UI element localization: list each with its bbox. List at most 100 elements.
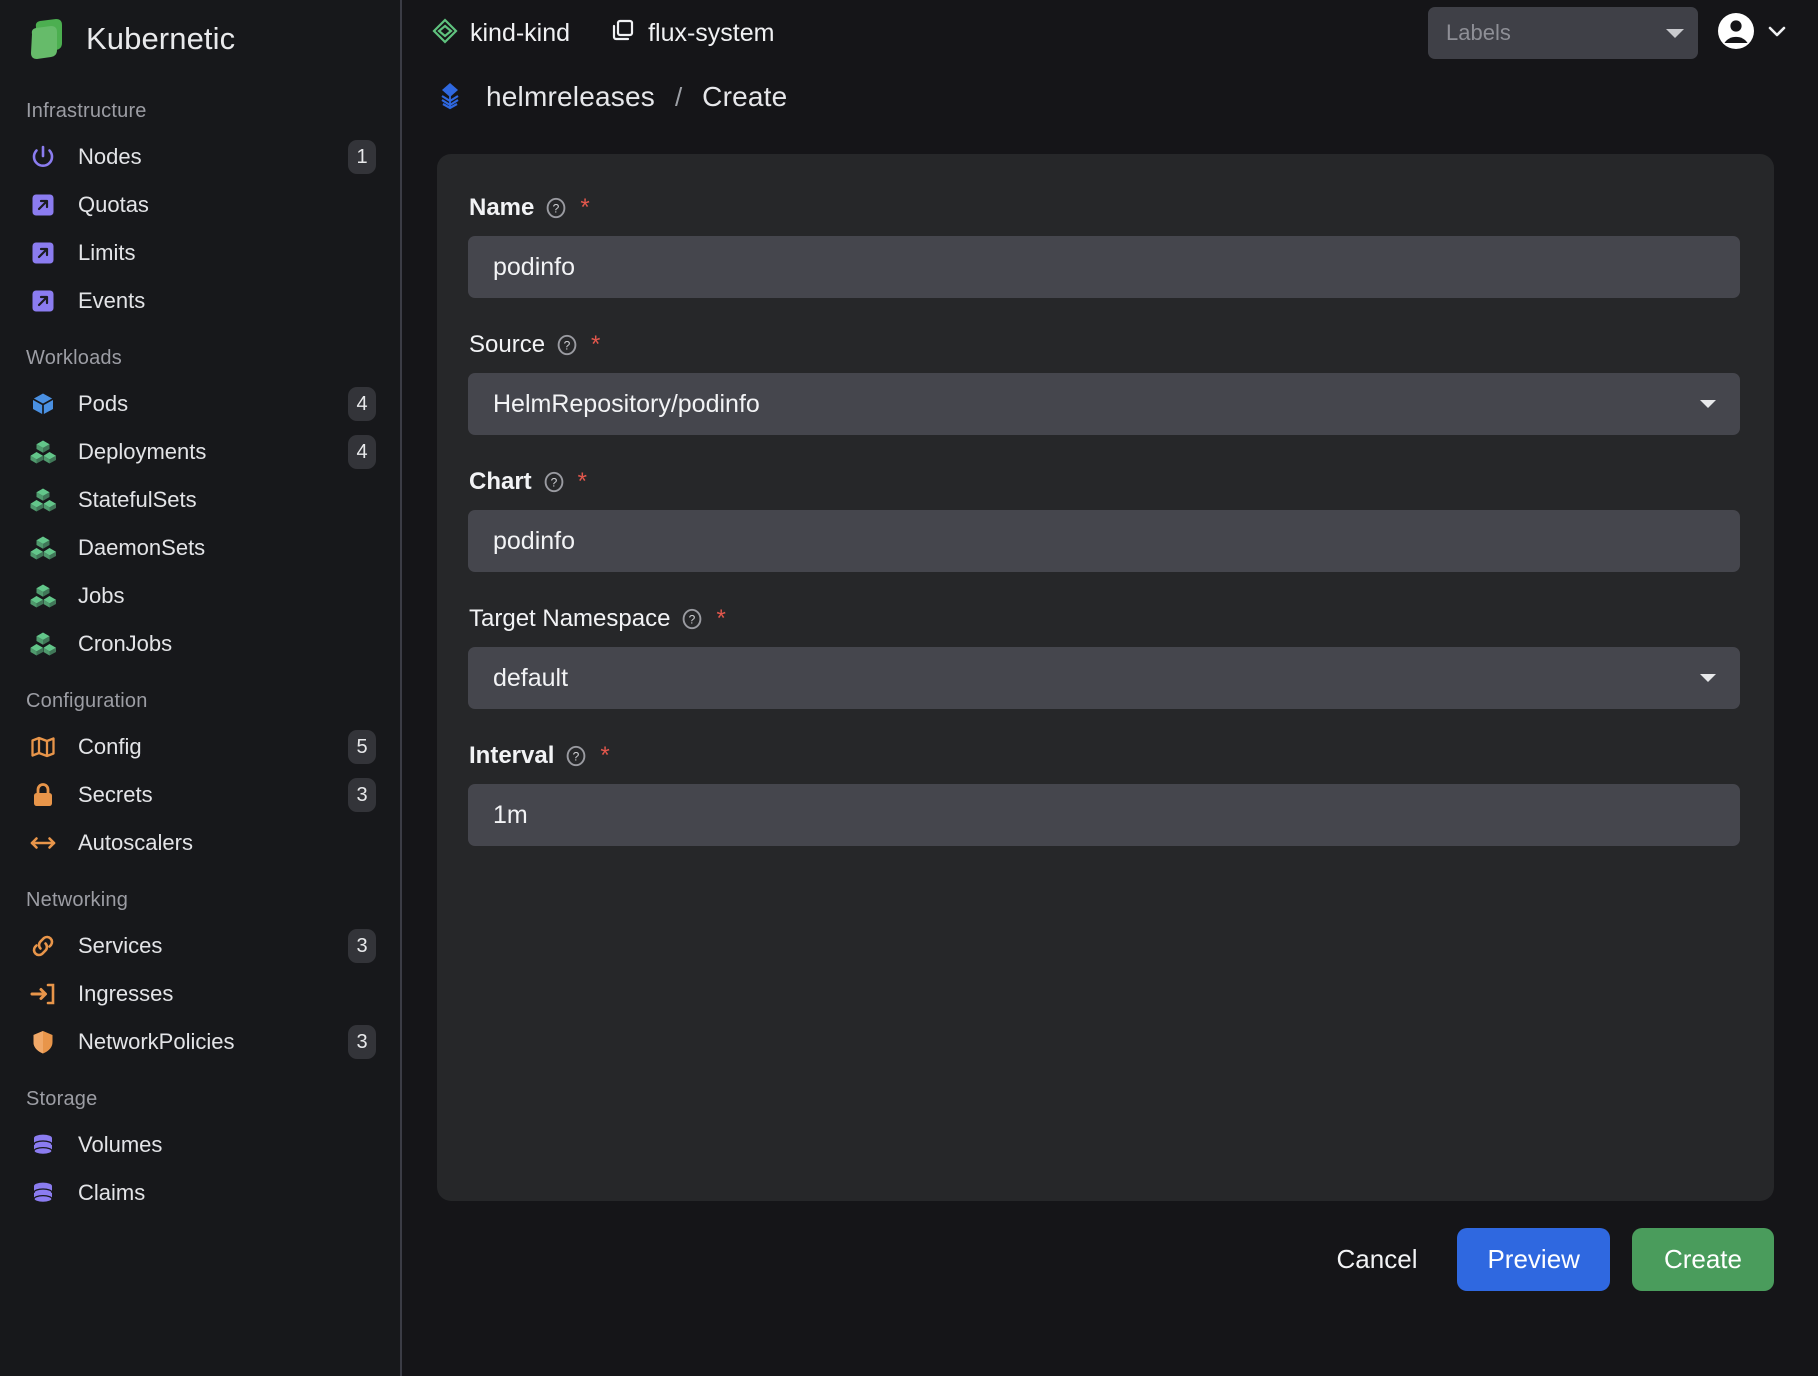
sidebar-item-daemonsets[interactable]: DaemonSets — [0, 524, 400, 572]
power-icon — [30, 144, 56, 170]
brand[interactable]: Kubernetic — [0, 0, 400, 78]
arrow-up-right-box-icon — [30, 288, 56, 314]
field-header: Chart? * — [468, 468, 1740, 496]
namespace-selector[interactable]: flux-system — [610, 18, 774, 49]
sidebar-item-label: Services — [78, 933, 163, 958]
field-header: Target Namespace? * — [468, 605, 1740, 633]
required-asterisk: * — [600, 742, 610, 769]
sidebar-item-label: Secrets — [78, 782, 153, 807]
input-name[interactable]: podinfo — [468, 236, 1740, 298]
cubes-icon — [30, 487, 56, 513]
sidebar-item-label: Ingresses — [78, 981, 174, 1006]
field-value-chart: podinfo — [493, 526, 576, 555]
sidebar-item-badge: 5 — [348, 730, 376, 764]
sidebar-item-label: Quotas — [78, 192, 149, 217]
sidebar-item-badge: 4 — [348, 387, 376, 421]
sidebar-item-quotas[interactable]: Quotas — [0, 181, 400, 229]
field-label-source: Source — [469, 331, 546, 358]
main-content: kind-kind flux-system Labels helmrelease… — [402, 0, 1818, 1376]
help-icon[interactable]: ? — [556, 334, 578, 356]
sidebar-item-deployments[interactable]: Deployments 4 — [0, 428, 400, 476]
sidebar-item-ingresses[interactable]: Ingresses — [0, 970, 400, 1018]
cluster-label: kind-kind — [470, 18, 571, 47]
sidebar-item-services[interactable]: Services 3 — [0, 922, 400, 970]
field-chart: Chart? * podinfo — [437, 468, 1774, 572]
field-value-target-namespace: default — [493, 663, 569, 692]
svg-text:?: ? — [573, 750, 580, 764]
sidebar-item-label: Autoscalers — [78, 830, 193, 855]
arrow-up-right-box-icon — [30, 192, 56, 218]
cluster-selector[interactable]: kind-kind — [432, 17, 571, 49]
input-chart[interactable]: podinfo — [468, 510, 1740, 572]
sidebar-item-limits[interactable]: Limits — [0, 229, 400, 277]
sidebar-item-statefulsets[interactable]: StatefulSets — [0, 476, 400, 524]
field-header: Interval? * — [468, 742, 1740, 770]
namespace-label: flux-system — [648, 18, 775, 47]
sidebar-nav: Infrastructure Nodes 1 Quotas Limits Events Wo… — [0, 100, 400, 1217]
sidebar-item-jobs[interactable]: Jobs — [0, 572, 400, 620]
sidebar-item-label: Pods — [78, 391, 129, 416]
sidebar-item-label: Nodes — [78, 144, 142, 169]
help-icon[interactable]: ? — [565, 745, 587, 767]
cube-icon — [30, 391, 56, 417]
create-helmrelease-form: Name? * podinfo Source? * HelmRepository/podi… — [437, 154, 1774, 1201]
topbar: kind-kind flux-system Labels — [402, 0, 1818, 66]
field-label-name: Name — [469, 194, 535, 221]
arrows-horizontal-icon — [30, 830, 56, 856]
sidebar-item-label: Events — [78, 288, 146, 313]
sidebar-item-volumes[interactable]: Volumes — [0, 1121, 400, 1169]
help-icon[interactable]: ? — [543, 471, 565, 493]
chevron-down-icon — [1666, 28, 1684, 38]
sidebar-item-badge: 3 — [348, 1025, 376, 1059]
sidebar-item-claims[interactable]: Claims — [0, 1169, 400, 1217]
database-icon — [30, 1132, 56, 1158]
svg-text:?: ? — [553, 202, 560, 216]
sidebar-item-events[interactable]: Events — [0, 277, 400, 325]
brand-title: Kubernetic — [86, 21, 236, 56]
sidebar-item-pods[interactable]: Pods 4 — [0, 380, 400, 428]
breadcrumb-action: Create — [702, 81, 788, 112]
sidebar-item-autoscalers[interactable]: Autoscalers — [0, 819, 400, 867]
sidebar-item-badge: 3 — [348, 778, 376, 812]
labels-filter-select[interactable]: Labels — [1428, 7, 1698, 59]
account-menu[interactable] — [1716, 11, 1792, 56]
svg-text:?: ? — [564, 339, 571, 353]
input-interval[interactable]: 1m — [468, 784, 1740, 846]
cubes-icon — [30, 583, 56, 609]
arrow-up-right-box-icon — [30, 240, 56, 266]
svg-text:?: ? — [689, 613, 696, 627]
field-value-source: HelmRepository/podinfo — [493, 389, 760, 418]
map-icon — [30, 734, 56, 760]
namespace-copy-icon — [610, 18, 636, 49]
shield-icon — [30, 1029, 56, 1055]
cancel-button[interactable]: Cancel — [1319, 1232, 1436, 1287]
sidebar-item-badge: 1 — [348, 140, 376, 174]
preview-button[interactable]: Preview — [1457, 1227, 1610, 1291]
cubes-icon — [30, 439, 56, 465]
create-button[interactable]: Create — [1631, 1227, 1774, 1291]
select-source[interactable]: HelmRepository/podinfo — [468, 373, 1740, 435]
flux-logo-icon — [432, 77, 468, 118]
field-name: Name? * podinfo — [437, 194, 1774, 298]
form-actions: Cancel Preview Create — [402, 1201, 1818, 1317]
help-icon[interactable]: ? — [545, 197, 567, 219]
required-asterisk: * — [716, 605, 726, 632]
sidebar-item-cronjobs[interactable]: CronJobs — [0, 620, 400, 668]
sidebar-item-secrets[interactable]: Secrets 3 — [0, 771, 400, 819]
sidebar-item-label: Deployments — [78, 439, 207, 464]
field-header: Name? * — [468, 194, 1740, 222]
topbar-right: Labels — [1428, 7, 1818, 59]
chevron-down-icon — [1762, 16, 1792, 51]
field-label-chart: Chart — [469, 468, 532, 495]
sidebar-item-nodes[interactable]: Nodes 1 — [0, 133, 400, 181]
sidebar-item-label: Claims — [78, 1180, 146, 1205]
sidebar-item-label: DaemonSets — [78, 535, 206, 560]
sidebar-item-networkpolicies[interactable]: NetworkPolicies 3 — [0, 1018, 400, 1066]
sidebar-item-config[interactable]: Config 5 — [0, 723, 400, 771]
lock-icon — [30, 782, 56, 808]
help-icon[interactable]: ? — [681, 608, 703, 630]
select-target-namespace[interactable]: default — [468, 647, 1740, 709]
breadcrumb-resource[interactable]: helmreleases — [486, 81, 655, 113]
breadcrumb: helmreleases / Create — [402, 66, 1818, 128]
arrow-into-bracket-icon — [30, 981, 56, 1007]
